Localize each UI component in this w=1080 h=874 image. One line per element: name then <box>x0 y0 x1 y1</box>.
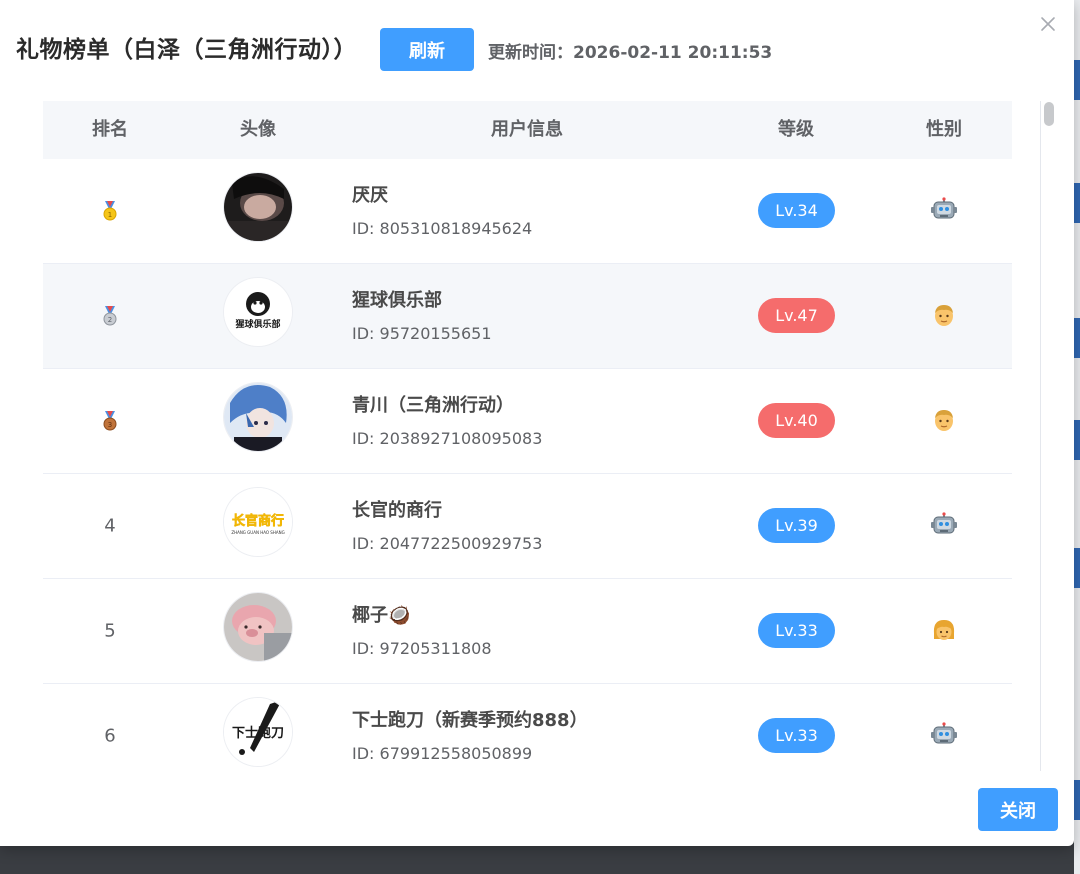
scrollbar-track[interactable] <box>1040 101 1057 771</box>
user-name: 青川（三角洲行动） <box>352 395 514 416</box>
level-badge: Lv.33 <box>758 718 835 753</box>
user-id: ID: 97205311808 <box>352 639 492 658</box>
table-row: 3 青川（三角洲行动） ID: 2038927108095083 Lv.40 <box>43 369 1012 474</box>
table-row: 4 长官商行 ZHANG GUAN HAO SHANG 长官的商行 ID: 20… <box>43 474 1012 579</box>
level-badge: Lv.47 <box>758 298 835 333</box>
background-page-tick <box>1074 420 1080 460</box>
gift-ranking-dialog: 礼物榜单（白泽（三角洲行动）） 刷新 更新时间：2026-02-11 20:11… <box>0 0 1074 846</box>
man-icon <box>935 305 953 326</box>
table-header: 排名 头像 用户信息 等级 性别 <box>43 101 1012 159</box>
table-row: 1 厌厌 ID: 805310818945624 Lv.34 <box>43 159 1012 264</box>
header-user-info: 用户信息 <box>491 119 563 140</box>
background-page-strip <box>1074 0 1080 874</box>
level-badge: Lv.33 <box>758 613 835 648</box>
background-page-tick <box>1074 183 1080 223</box>
bronze-medal-icon: 3 <box>103 411 117 431</box>
close-icon[interactable] <box>1036 12 1060 36</box>
avatar <box>224 593 292 661</box>
avatar-logo-subtext: ZHANG GUAN HAO SHANG <box>231 530 284 535</box>
header-level: 等级 <box>778 119 814 140</box>
refresh-button[interactable]: 刷新 <box>380 28 474 71</box>
avatar-logo-text: 下士跑刀 <box>232 725 284 741</box>
avatar-logo-text: 猩球俱乐部 <box>234 318 280 330</box>
user-id: ID: 2047722500929753 <box>352 534 543 553</box>
background-page-tick <box>1074 548 1080 588</box>
level-badge: Lv.34 <box>758 193 835 228</box>
user-id: ID: 805310818945624 <box>352 219 533 238</box>
user-id: ID: 2038927108095083 <box>352 429 543 448</box>
avatar <box>224 173 292 241</box>
user-name: 下士跑刀（新赛季预约888） <box>352 710 588 731</box>
robot-icon <box>931 197 957 219</box>
avatar: 下士跑刀 <box>224 698 292 766</box>
dialog-title: 礼物榜单（白泽（三角洲行动）） <box>16 37 357 63</box>
header-avatar: 头像 <box>240 119 276 140</box>
header-gender: 性别 <box>926 119 962 140</box>
robot-icon <box>931 722 957 744</box>
user-name: 猩球俱乐部 <box>352 290 442 311</box>
svg-text:2: 2 <box>108 316 112 324</box>
table-row: 5 椰子🥥 ID: 97205311808 Lv.33 <box>43 579 1012 684</box>
rank-number: 5 <box>104 620 116 642</box>
level-badge: Lv.39 <box>758 508 835 543</box>
gold-medal-icon: 1 <box>103 201 117 221</box>
user-id: ID: 679912558050899 <box>352 744 533 763</box>
svg-text:3: 3 <box>108 421 112 429</box>
avatar: 长官商行 ZHANG GUAN HAO SHANG <box>224 488 292 556</box>
avatar-logo-text: 长官商行 <box>232 513 284 529</box>
table-row: 2 猩球俱乐部 猩球俱乐部 ID: 95720155651 Lv.47 <box>43 264 1012 369</box>
ranking-table: 排名 头像 用户信息 等级 性别 1 厌厌 ID: 80531081894562… <box>43 101 1012 771</box>
close-button[interactable]: 关闭 <box>978 788 1058 831</box>
rank-number: 4 <box>104 515 116 537</box>
silver-medal-icon: 2 <box>103 306 117 326</box>
level-badge: Lv.40 <box>758 403 835 438</box>
table-row: 6 下士跑刀 下士跑刀（新赛季预约888） ID: 67991255805089… <box>43 684 1012 771</box>
rank-number: 6 <box>104 725 116 747</box>
header-rank: 排名 <box>92 119 128 140</box>
man-icon <box>935 410 953 431</box>
user-id: ID: 95720155651 <box>352 324 492 343</box>
avatar <box>224 383 292 451</box>
scrollbar-thumb[interactable] <box>1044 102 1054 126</box>
user-name: 椰子🥥 <box>352 605 411 626</box>
woman-icon <box>933 620 955 640</box>
background-page-tick <box>1074 318 1080 358</box>
background-page-tick <box>1074 60 1080 100</box>
user-name: 厌厌 <box>352 185 388 206</box>
user-name: 长官的商行 <box>352 500 442 521</box>
svg-text:1: 1 <box>108 211 112 219</box>
update-time: 更新时间：2026-02-11 20:11:53 <box>488 43 773 63</box>
background-page-tick <box>1074 780 1080 820</box>
robot-icon <box>931 512 957 534</box>
avatar: 猩球俱乐部 <box>224 278 292 346</box>
